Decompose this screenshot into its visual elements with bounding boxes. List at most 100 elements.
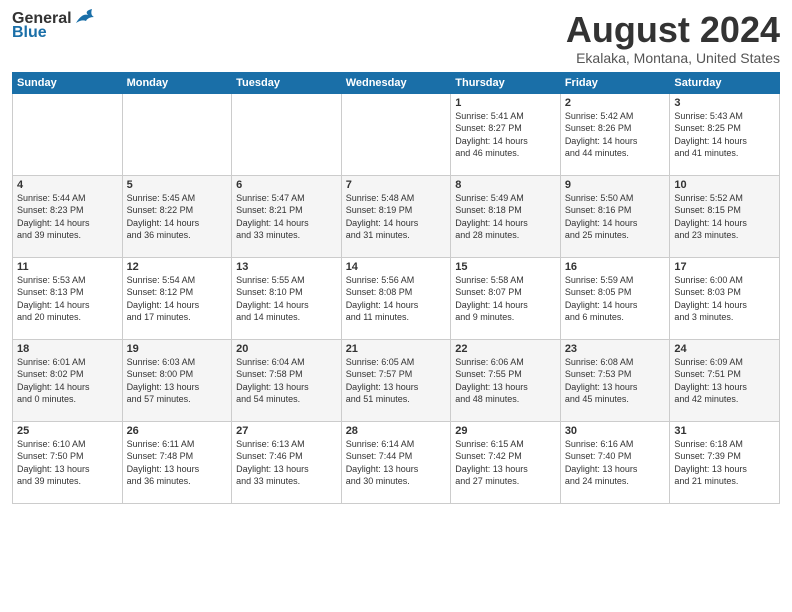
day-number: 17 — [674, 261, 775, 273]
calendar-cell: 26Sunrise: 6:11 AM Sunset: 7:48 PM Dayli… — [122, 421, 232, 503]
day-info: Sunrise: 6:01 AM Sunset: 8:02 PM Dayligh… — [17, 356, 118, 406]
calendar-week-row: 4Sunrise: 5:44 AM Sunset: 8:23 PM Daylig… — [13, 175, 780, 257]
calendar-cell: 10Sunrise: 5:52 AM Sunset: 8:15 PM Dayli… — [670, 175, 780, 257]
day-info: Sunrise: 6:13 AM Sunset: 7:46 PM Dayligh… — [236, 438, 337, 488]
day-info: Sunrise: 6:06 AM Sunset: 7:55 PM Dayligh… — [455, 356, 556, 406]
calendar-cell: 7Sunrise: 5:48 AM Sunset: 8:19 PM Daylig… — [341, 175, 451, 257]
calendar-cell: 6Sunrise: 5:47 AM Sunset: 8:21 PM Daylig… — [232, 175, 342, 257]
calendar-week-row: 25Sunrise: 6:10 AM Sunset: 7:50 PM Dayli… — [13, 421, 780, 503]
day-number: 28 — [346, 425, 447, 437]
weekday-header: Wednesday — [341, 72, 451, 93]
calendar-week-row: 11Sunrise: 5:53 AM Sunset: 8:13 PM Dayli… — [13, 257, 780, 339]
day-info: Sunrise: 5:42 AM Sunset: 8:26 PM Dayligh… — [565, 110, 666, 160]
calendar-cell: 4Sunrise: 5:44 AM Sunset: 8:23 PM Daylig… — [13, 175, 123, 257]
day-info: Sunrise: 5:41 AM Sunset: 8:27 PM Dayligh… — [455, 110, 556, 160]
calendar-cell: 14Sunrise: 5:56 AM Sunset: 8:08 PM Dayli… — [341, 257, 451, 339]
day-info: Sunrise: 6:15 AM Sunset: 7:42 PM Dayligh… — [455, 438, 556, 488]
calendar-cell: 9Sunrise: 5:50 AM Sunset: 8:16 PM Daylig… — [560, 175, 670, 257]
day-info: Sunrise: 5:59 AM Sunset: 8:05 PM Dayligh… — [565, 274, 666, 324]
day-number: 12 — [127, 261, 228, 273]
calendar-cell: 3Sunrise: 5:43 AM Sunset: 8:25 PM Daylig… — [670, 93, 780, 175]
day-info: Sunrise: 5:56 AM Sunset: 8:08 PM Dayligh… — [346, 274, 447, 324]
calendar-cell: 30Sunrise: 6:16 AM Sunset: 7:40 PM Dayli… — [560, 421, 670, 503]
day-number: 30 — [565, 425, 666, 437]
day-info: Sunrise: 6:05 AM Sunset: 7:57 PM Dayligh… — [346, 356, 447, 406]
day-info: Sunrise: 5:53 AM Sunset: 8:13 PM Dayligh… — [17, 274, 118, 324]
calendar-table: SundayMondayTuesdayWednesdayThursdayFrid… — [12, 72, 780, 504]
month-title: August 2024 — [566, 10, 780, 50]
logo: General Blue — [12, 10, 96, 42]
day-info: Sunrise: 5:45 AM Sunset: 8:22 PM Dayligh… — [127, 192, 228, 242]
calendar-cell: 12Sunrise: 5:54 AM Sunset: 8:12 PM Dayli… — [122, 257, 232, 339]
day-number: 10 — [674, 179, 775, 191]
day-number: 21 — [346, 343, 447, 355]
calendar-cell — [122, 93, 232, 175]
day-info: Sunrise: 6:10 AM Sunset: 7:50 PM Dayligh… — [17, 438, 118, 488]
day-number: 6 — [236, 179, 337, 191]
calendar-cell: 21Sunrise: 6:05 AM Sunset: 7:57 PM Dayli… — [341, 339, 451, 421]
day-number: 14 — [346, 261, 447, 273]
calendar-cell: 18Sunrise: 6:01 AM Sunset: 8:02 PM Dayli… — [13, 339, 123, 421]
day-number: 23 — [565, 343, 666, 355]
day-info: Sunrise: 5:55 AM Sunset: 8:10 PM Dayligh… — [236, 274, 337, 324]
header: General Blue August 2024 Ekalaka, Montan… — [12, 10, 780, 66]
calendar-cell: 8Sunrise: 5:49 AM Sunset: 8:18 PM Daylig… — [451, 175, 561, 257]
calendar-cell: 25Sunrise: 6:10 AM Sunset: 7:50 PM Dayli… — [13, 421, 123, 503]
calendar-cell: 23Sunrise: 6:08 AM Sunset: 7:53 PM Dayli… — [560, 339, 670, 421]
weekday-header: Monday — [122, 72, 232, 93]
day-number: 20 — [236, 343, 337, 355]
day-info: Sunrise: 5:52 AM Sunset: 8:15 PM Dayligh… — [674, 192, 775, 242]
day-info: Sunrise: 6:00 AM Sunset: 8:03 PM Dayligh… — [674, 274, 775, 324]
day-number: 11 — [17, 261, 118, 273]
day-number: 5 — [127, 179, 228, 191]
day-info: Sunrise: 5:43 AM Sunset: 8:25 PM Dayligh… — [674, 110, 775, 160]
day-info: Sunrise: 6:14 AM Sunset: 7:44 PM Dayligh… — [346, 438, 447, 488]
calendar-cell: 15Sunrise: 5:58 AM Sunset: 8:07 PM Dayli… — [451, 257, 561, 339]
logo-blue: Blue — [12, 24, 47, 42]
day-info: Sunrise: 5:58 AM Sunset: 8:07 PM Dayligh… — [455, 274, 556, 324]
day-number: 19 — [127, 343, 228, 355]
day-info: Sunrise: 5:47 AM Sunset: 8:21 PM Dayligh… — [236, 192, 337, 242]
day-info: Sunrise: 6:16 AM Sunset: 7:40 PM Dayligh… — [565, 438, 666, 488]
calendar-cell: 13Sunrise: 5:55 AM Sunset: 8:10 PM Dayli… — [232, 257, 342, 339]
day-number: 13 — [236, 261, 337, 273]
day-number: 24 — [674, 343, 775, 355]
day-number: 26 — [127, 425, 228, 437]
day-number: 15 — [455, 261, 556, 273]
calendar-cell: 27Sunrise: 6:13 AM Sunset: 7:46 PM Dayli… — [232, 421, 342, 503]
calendar-cell: 28Sunrise: 6:14 AM Sunset: 7:44 PM Dayli… — [341, 421, 451, 503]
calendar-cell: 31Sunrise: 6:18 AM Sunset: 7:39 PM Dayli… — [670, 421, 780, 503]
day-info: Sunrise: 5:44 AM Sunset: 8:23 PM Dayligh… — [17, 192, 118, 242]
day-info: Sunrise: 5:48 AM Sunset: 8:19 PM Dayligh… — [346, 192, 447, 242]
day-number: 3 — [674, 97, 775, 109]
calendar-cell: 1Sunrise: 5:41 AM Sunset: 8:27 PM Daylig… — [451, 93, 561, 175]
calendar-week-row: 1Sunrise: 5:41 AM Sunset: 8:27 PM Daylig… — [13, 93, 780, 175]
day-number: 22 — [455, 343, 556, 355]
day-info: Sunrise: 6:03 AM Sunset: 8:00 PM Dayligh… — [127, 356, 228, 406]
location: Ekalaka, Montana, United States — [566, 50, 780, 66]
calendar-page: General Blue August 2024 Ekalaka, Montan… — [0, 0, 792, 612]
day-info: Sunrise: 5:49 AM Sunset: 8:18 PM Dayligh… — [455, 192, 556, 242]
day-number: 4 — [17, 179, 118, 191]
day-info: Sunrise: 6:11 AM Sunset: 7:48 PM Dayligh… — [127, 438, 228, 488]
day-info: Sunrise: 5:54 AM Sunset: 8:12 PM Dayligh… — [127, 274, 228, 324]
day-number: 7 — [346, 179, 447, 191]
day-number: 25 — [17, 425, 118, 437]
calendar-cell: 2Sunrise: 5:42 AM Sunset: 8:26 PM Daylig… — [560, 93, 670, 175]
day-info: Sunrise: 5:50 AM Sunset: 8:16 PM Dayligh… — [565, 192, 666, 242]
calendar-week-row: 18Sunrise: 6:01 AM Sunset: 8:02 PM Dayli… — [13, 339, 780, 421]
day-number: 27 — [236, 425, 337, 437]
day-number: 9 — [565, 179, 666, 191]
title-area: August 2024 Ekalaka, Montana, United Sta… — [566, 10, 780, 66]
calendar-cell — [232, 93, 342, 175]
day-number: 8 — [455, 179, 556, 191]
calendar-cell: 24Sunrise: 6:09 AM Sunset: 7:51 PM Dayli… — [670, 339, 780, 421]
day-number: 29 — [455, 425, 556, 437]
calendar-cell: 22Sunrise: 6:06 AM Sunset: 7:55 PM Dayli… — [451, 339, 561, 421]
day-info: Sunrise: 6:08 AM Sunset: 7:53 PM Dayligh… — [565, 356, 666, 406]
calendar-cell: 17Sunrise: 6:00 AM Sunset: 8:03 PM Dayli… — [670, 257, 780, 339]
weekday-header: Saturday — [670, 72, 780, 93]
weekday-header: Tuesday — [232, 72, 342, 93]
day-number: 2 — [565, 97, 666, 109]
day-number: 18 — [17, 343, 118, 355]
